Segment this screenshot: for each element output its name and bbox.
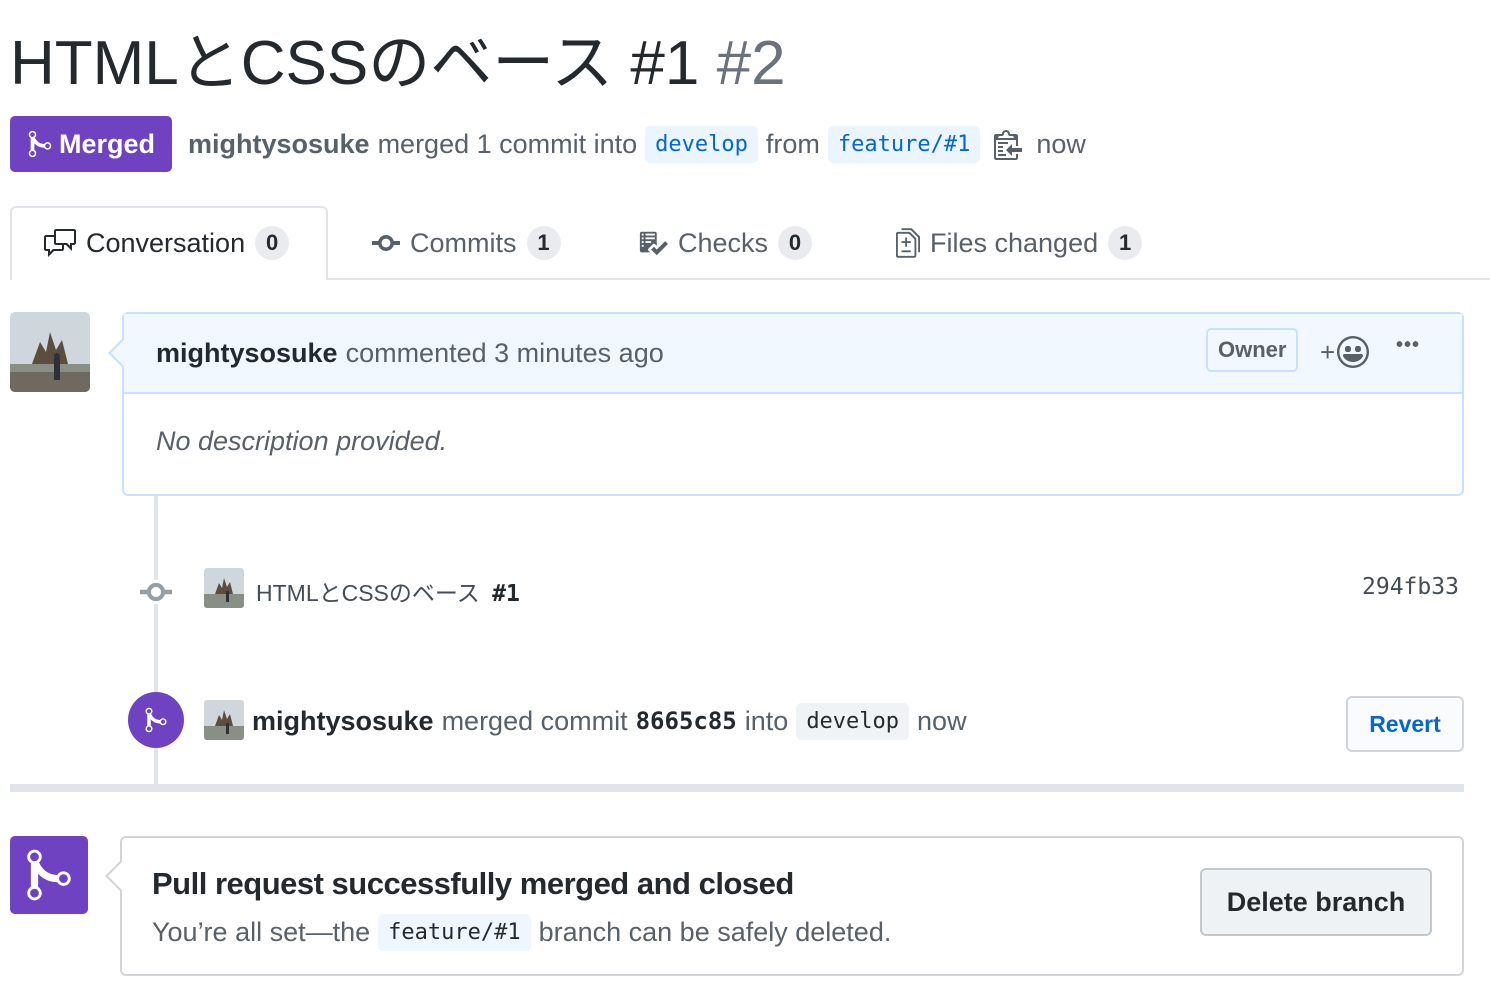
comment-author-link[interactable]: mightysosuke [156, 338, 338, 369]
merge-commit-sha-link[interactable]: 8665c85 [636, 707, 737, 735]
copy-branch-icon[interactable] [994, 128, 1023, 160]
file-diff-icon [896, 228, 920, 258]
base-branch-label[interactable]: develop [645, 125, 758, 163]
tab-files-changed-label: Files changed [930, 227, 1099, 258]
commit-message-text[interactable]: HTMLとCSSのベース [256, 580, 480, 606]
pr-title-text: HTMLとCSSのベース #1 [10, 29, 700, 98]
comment-header: mightysosuke commented 3 minutes ago Own… [124, 314, 1462, 394]
merge-status-message: You’re all set—the feature/#1 branch can… [152, 910, 891, 954]
merge-status-text-after: branch can be safely deleted. [538, 916, 892, 947]
tab-checks-label: Checks [678, 227, 769, 258]
tab-conversation[interactable]: Conversation 0 [44, 206, 290, 280]
merged-state-icon [10, 836, 88, 914]
git-merge-icon [145, 707, 167, 733]
merge-event-badge [128, 692, 184, 748]
tab-commits[interactable]: Commits 1 [372, 206, 561, 280]
merge-event-time: now [917, 705, 967, 736]
head-branch-label[interactable]: feature/#1 [827, 125, 981, 163]
tab-commits-label: Commits [410, 227, 517, 258]
reaction-plus: + [1320, 336, 1336, 367]
comment-pointer-fill [111, 340, 124, 366]
tab-conversation-label: Conversation [86, 227, 246, 258]
merged-status-badge: Merged [10, 116, 172, 172]
delete-branch-button[interactable]: Delete branch [1200, 868, 1432, 936]
comment-discussion-icon [44, 229, 76, 257]
tab-conversation-count: 0 [255, 226, 290, 260]
checklist-icon [639, 231, 668, 256]
pr-number: #2 [716, 29, 786, 98]
commit-message[interactable]: HTMLとCSSのベース #1 [256, 574, 520, 608]
pr-meta-from: from [765, 128, 820, 159]
merge-author-link[interactable]: mightysosuke [252, 706, 434, 737]
comment-body: No description provided. [156, 426, 448, 456]
merge-branch-label[interactable]: develop [796, 702, 910, 740]
git-merge-icon [28, 130, 52, 158]
revert-button[interactable]: Revert [1346, 696, 1464, 752]
merge-box-pointer-fill [108, 862, 122, 890]
more-options-button[interactable]: ••• [1396, 334, 1420, 357]
merge-author-avatar[interactable] [204, 700, 244, 740]
commit-author-avatar[interactable] [204, 568, 244, 608]
tab-checks-count: 0 [778, 226, 813, 260]
merged-status-label: Merged [58, 128, 156, 159]
merge-status-text-before: You’re all set—the [152, 916, 371, 947]
tab-files-changed-count: 1 [1108, 226, 1143, 260]
avatar[interactable] [10, 312, 90, 392]
pr-author-link[interactable]: mightysosuke [188, 129, 370, 160]
timeline-divider [10, 784, 1464, 792]
pr-meta: mightysosuke merged 1 commit into develo… [188, 116, 1086, 172]
commit-sha-link[interactable]: 294fb33 [1362, 574, 1459, 600]
tab-commits-count: 1 [526, 226, 561, 260]
comment-timestamp[interactable]: commented 3 minutes ago [346, 338, 664, 369]
tab-files-changed[interactable]: Files changed 1 [896, 206, 1143, 280]
merge-event-text1: merged commit [441, 705, 628, 736]
smiley-icon [1337, 336, 1370, 368]
merge-status-title: Pull request successfully merged and clo… [152, 866, 794, 901]
comment-box: mightysosuke commented 3 minutes ago Own… [122, 312, 1464, 496]
merge-event-text2: into [744, 705, 789, 736]
owner-badge: Owner [1206, 328, 1299, 372]
pr-meta-action: merged 1 commit into [377, 128, 638, 159]
add-reaction-button[interactable]: + [1320, 336, 1370, 368]
merge-event: mightysosuke merged commit 8665c85 into … [252, 700, 967, 742]
commit-issue-ref[interactable]: #1 [492, 581, 520, 607]
tab-checks[interactable]: Checks 0 [638, 206, 813, 280]
git-commit-icon [372, 235, 400, 251]
commit-node-icon [140, 580, 172, 604]
pr-meta-time: now [1036, 128, 1086, 159]
deletable-branch-label[interactable]: feature/#1 [378, 913, 531, 951]
pr-title: HTMLとCSSのベース #1 #2 [10, 22, 786, 106]
git-merge-icon [27, 849, 71, 901]
